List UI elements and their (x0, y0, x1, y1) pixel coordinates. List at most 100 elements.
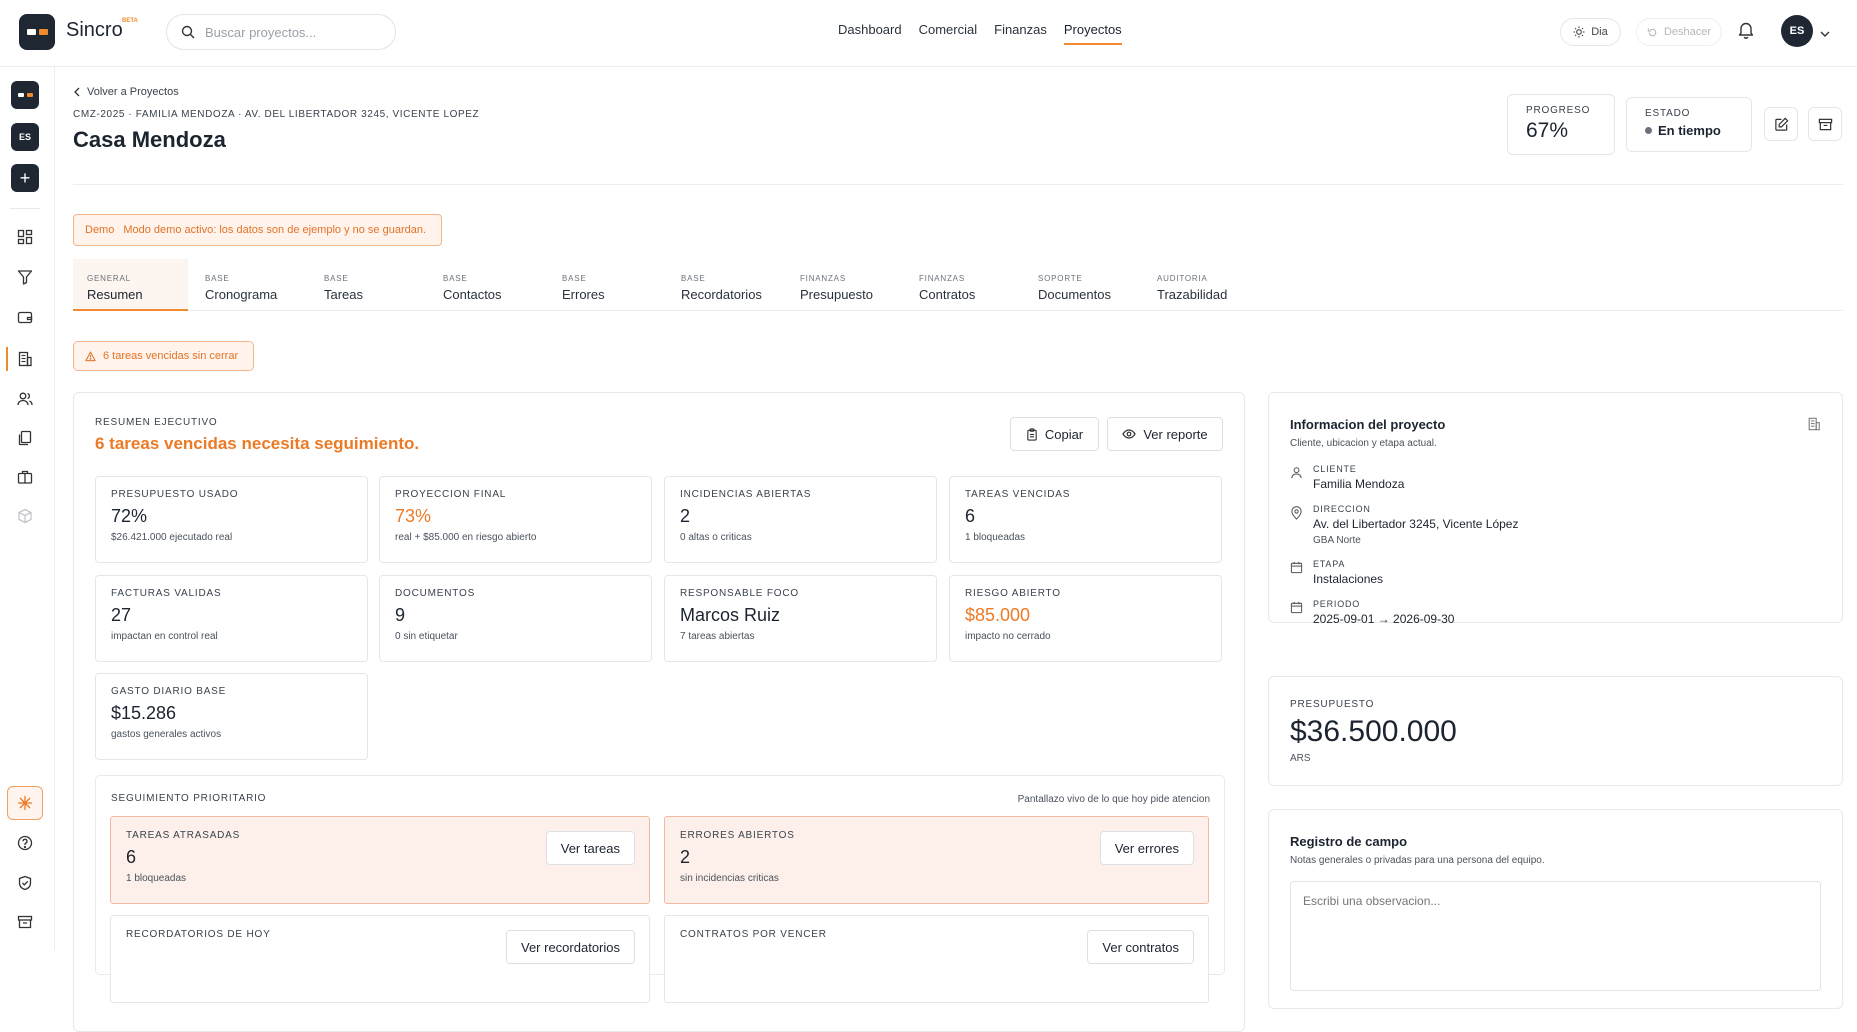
sidebar: ES + (0, 67, 55, 950)
demo-banner: Demo Modo demo activo: los datos son de … (73, 214, 442, 246)
tab-recordatorios[interactable]: BASE Recordatorios (667, 259, 782, 311)
tab-errores[interactable]: BASE Errores (548, 259, 663, 311)
sun-icon (1573, 26, 1585, 38)
kpi-sub: 0 sin etiquetar (395, 631, 458, 642)
view-tasks-button[interactable]: Ver tareas (545, 831, 635, 865)
address-value: Av. del Libertador 3245, Vicente López (1313, 517, 1519, 531)
kpi-value: 72% (111, 506, 148, 526)
kpi-label: RESPONSABLE FOCO (680, 588, 799, 599)
view-report-button[interactable]: Ver reporte (1107, 417, 1223, 451)
tab-label: Resumen (87, 287, 143, 302)
progress-card: PROGRESO 67% (1507, 94, 1615, 155)
search-icon (181, 25, 195, 39)
field-log-textarea[interactable] (1290, 881, 1821, 991)
followup-label: SEGUIMIENTO PRIORITARIO (111, 793, 267, 804)
tab-group: GENERAL (87, 274, 131, 283)
field-log-card: Registro de campo Notas generales o priv… (1268, 809, 1843, 1009)
tab-label: Recordatorios (681, 287, 762, 302)
notifications-bell-icon[interactable] (1738, 21, 1754, 44)
tab-documentos[interactable]: SOPORTE Documentos (1024, 259, 1139, 311)
demo-text: Modo demo activo: los datos son de ejemp… (123, 224, 427, 236)
kpi-label: FACTURAS VALIDAS (111, 588, 222, 599)
stage-label: ETAPA (1313, 559, 1346, 569)
help-icon[interactable] (15, 833, 35, 853)
followup-card-contratos: CONTRATOS POR VENCER Ver contratos (664, 915, 1209, 1003)
wallet-icon[interactable] (15, 307, 35, 327)
budget-value: $36.500.000 (1290, 715, 1457, 748)
building-icon[interactable] (15, 349, 35, 369)
archive-icon[interactable] (15, 912, 35, 932)
users-icon[interactable] (15, 389, 35, 409)
theme-toggle[interactable]: Dia (1560, 18, 1621, 46)
workspace-switcher[interactable]: ES (11, 123, 39, 151)
header-divider (73, 184, 1843, 185)
dashboard-icon[interactable] (15, 227, 35, 247)
followup-card-sub: sin incidencias criticas (680, 873, 779, 884)
edit-icon (1774, 117, 1788, 131)
user-avatar[interactable]: ES (1781, 15, 1813, 47)
kpi-sub: 1 bloqueadas (965, 532, 1026, 543)
kpi-value: Marcos Ruiz (680, 605, 781, 625)
kpi-value: 9 (395, 605, 406, 625)
calendar-icon (1290, 601, 1303, 614)
sidebar-logo[interactable] (11, 81, 39, 109)
add-button[interactable]: + (11, 164, 39, 192)
chevron-down-icon[interactable] (1820, 25, 1830, 43)
breadcrumb: CMZ-2025 · FAMILIA MENDOZA · AV. DEL LIB… (73, 109, 480, 120)
search-input[interactable] (205, 24, 375, 40)
ai-sparkle-icon[interactable] (7, 786, 43, 820)
undo-icon (1647, 27, 1657, 36)
priority-followup: SEGUIMIENTO PRIORITARIO Pantallazo vivo … (95, 775, 1225, 1003)
nav-dashboard[interactable]: Dashboard (838, 22, 902, 45)
map-pin-icon (1291, 506, 1302, 520)
info-stage: ETAPA Instalaciones (1290, 559, 1383, 586)
page-title: Casa Mendoza (73, 127, 226, 152)
view-reminders-button[interactable]: Ver recordatorios (506, 930, 635, 964)
tab-presupuesto[interactable]: FINANZAS Presupuesto (786, 259, 901, 311)
nav-comercial[interactable]: Comercial (919, 22, 978, 45)
person-icon (1291, 467, 1302, 479)
archive-button[interactable] (1808, 107, 1842, 141)
report-label: Ver reporte (1143, 426, 1208, 442)
archive-icon (1818, 118, 1832, 130)
info-client: CLIENTE Familia Mendoza (1290, 464, 1404, 491)
eye-icon (1122, 429, 1137, 439)
tab-label: Contratos (919, 287, 976, 302)
kpi-label: PROYECCION FINAL (395, 489, 507, 500)
tab-trazabilidad[interactable]: AUDITORIA Trazabilidad (1143, 259, 1268, 311)
box-icon[interactable] (15, 506, 35, 526)
tab-label: Presupuesto (800, 287, 873, 302)
tab-contactos[interactable]: BASE Contactos (429, 259, 544, 311)
project-info-card: Informacion del proyecto Cliente, ubicac… (1268, 392, 1843, 626)
undo-button[interactable]: Deshacer (1636, 18, 1722, 46)
project-tabs: GENERAL Resumen BASE Cronograma BASE Tareas… (73, 259, 1843, 311)
stage-value: Instalaciones (1313, 572, 1384, 586)
app-logo[interactable] (19, 14, 55, 50)
nav-finanzas[interactable]: Finanzas (994, 22, 1047, 45)
funnel-icon[interactable] (15, 267, 35, 287)
tab-resumen[interactable]: GENERAL Resumen (73, 259, 188, 311)
tab-contratos[interactable]: FINANZAS Contratos (905, 259, 1020, 311)
executive-headline: 6 tareas vencidas necesita seguimiento. (95, 434, 420, 453)
budget-label: PRESUPUESTO (1290, 699, 1375, 710)
executive-label: RESUMEN EJECUTIVO (95, 417, 218, 428)
clipboard-icon (1027, 427, 1037, 441)
shield-icon[interactable] (15, 873, 35, 893)
overdue-alert[interactable]: 6 tareas vencidas sin cerrar (73, 341, 254, 371)
tab-cronograma[interactable]: BASE Cronograma (191, 259, 306, 311)
tab-tareas[interactable]: BASE Tareas (310, 259, 425, 311)
alert-text: 6 tareas vencidas sin cerrar (103, 350, 239, 362)
tab-group: FINANZAS (800, 274, 846, 283)
calendar-icon (1290, 561, 1303, 574)
status-card: ESTADO En tiempo (1626, 97, 1752, 152)
view-contracts-button[interactable]: Ver contratos (1087, 930, 1194, 964)
nav-proyectos[interactable]: Proyectos (1063, 22, 1122, 45)
kpi-sub: real + $85.000 en riesgo abierto (395, 532, 537, 543)
documents-icon[interactable] (15, 428, 35, 448)
back-link[interactable]: Volver a Proyectos (73, 86, 179, 98)
copy-button[interactable]: Copiar (1010, 417, 1099, 451)
view-errors-button[interactable]: Ver errores (1099, 831, 1194, 865)
search-box[interactable] (166, 14, 396, 50)
edit-button[interactable] (1764, 107, 1798, 141)
briefcase-icon[interactable] (15, 467, 35, 487)
